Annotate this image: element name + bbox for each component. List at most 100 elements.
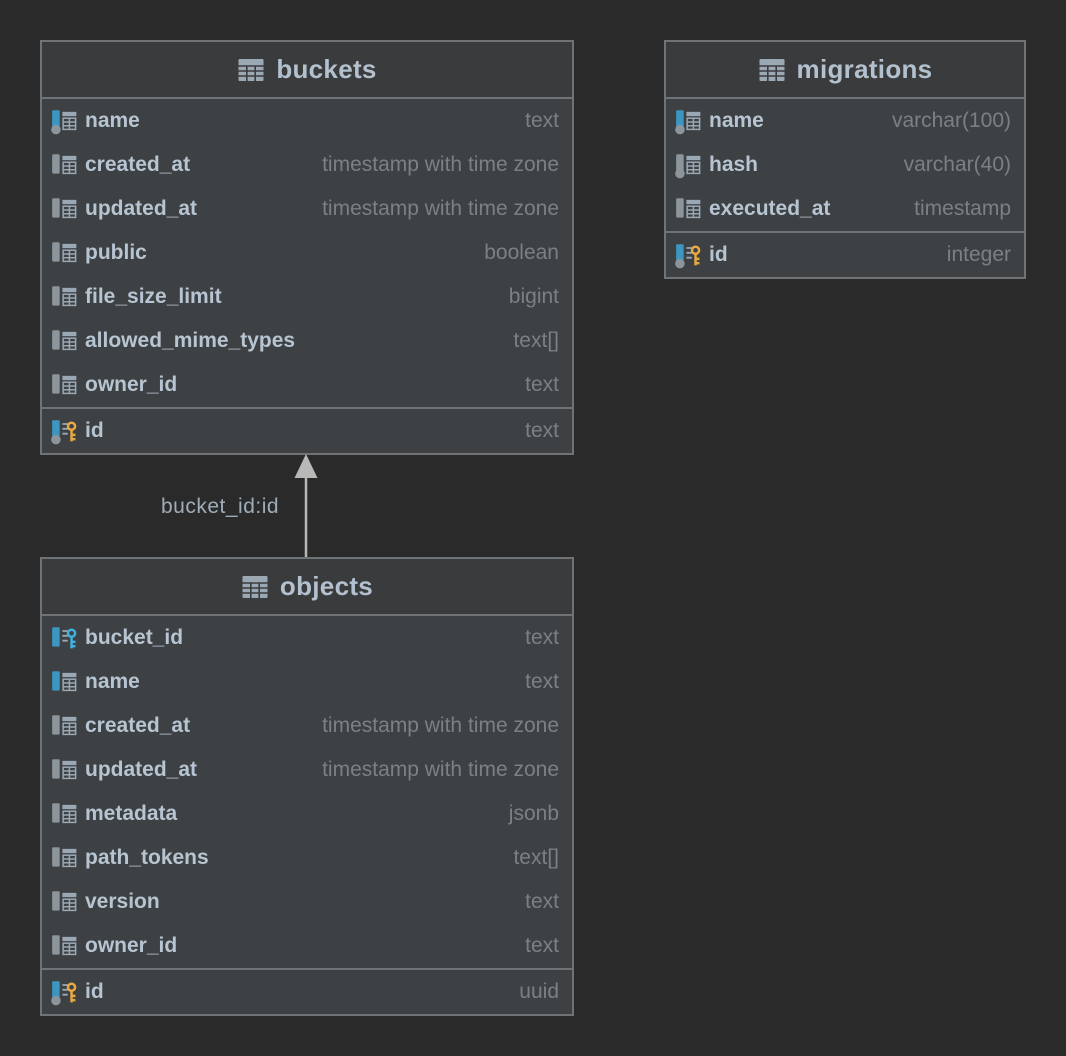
column-name: owner_id [85, 373, 177, 397]
column-list: name varchar(100) hash varchar(40) execute… [666, 99, 1024, 277]
column-row-name[interactable]: name text [42, 99, 572, 143]
column-type: text [511, 890, 559, 914]
table-grid-icon [758, 57, 786, 83]
column-type: text [511, 670, 559, 694]
column-name: id [85, 419, 104, 443]
column-name: created_at [85, 153, 190, 177]
column-type: boolean [470, 241, 559, 265]
table-header[interactable]: migrations [666, 42, 1024, 99]
column-row-allowed_mime_types[interactable]: allowed_mime_types text[] [42, 319, 572, 363]
column-name: updated_at [85, 758, 197, 782]
column-name: executed_at [709, 197, 830, 221]
primary-key-icon [50, 417, 80, 445]
column-type: text [511, 109, 559, 133]
column-grid-icon [50, 800, 80, 828]
column-name: public [85, 241, 147, 265]
column-row-file_size_limit[interactable]: file_size_limit bigint [42, 275, 572, 319]
column-name: allowed_mime_types [85, 329, 295, 353]
column-name: file_size_limit [85, 285, 222, 309]
table-title: migrations [797, 54, 933, 85]
column-type: timestamp [900, 197, 1011, 221]
column-row-path_tokens[interactable]: path_tokens text[] [42, 836, 572, 880]
column-name: updated_at [85, 197, 197, 221]
table-grid-icon [237, 57, 265, 83]
table-title: objects [280, 571, 373, 602]
diagram-canvas: buckets name text created_at timestamp wit… [0, 0, 1066, 1056]
relationship-label: bucket_id:id [161, 495, 303, 519]
column-row-id[interactable]: id text [42, 409, 572, 453]
column-row-metadata[interactable]: metadata jsonb [42, 792, 572, 836]
column-row-id[interactable]: id uuid [42, 970, 572, 1014]
primary-key-icon [674, 241, 704, 269]
column-grid-icon [674, 107, 704, 135]
column-row-updated_at[interactable]: updated_at timestamp with time zone [42, 187, 572, 231]
column-type: integer [933, 243, 1011, 267]
column-type: text [511, 419, 559, 443]
column-type: text[] [499, 846, 559, 870]
column-name: name [85, 670, 140, 694]
column-grid-icon [50, 932, 80, 960]
column-name: version [85, 890, 160, 914]
column-name: bucket_id [85, 626, 183, 650]
column-name: owner_id [85, 934, 177, 958]
column-name: id [709, 243, 728, 267]
column-grid-icon [50, 844, 80, 872]
column-type: bigint [495, 285, 559, 309]
column-row-hash[interactable]: hash varchar(40) [666, 143, 1024, 187]
column-type: varchar(40) [890, 153, 1011, 177]
column-type: timestamp with time zone [308, 153, 559, 177]
column-grid-icon [50, 151, 80, 179]
column-row-name[interactable]: name text [42, 660, 572, 704]
column-grid-icon [50, 107, 80, 135]
column-row-version[interactable]: version text [42, 880, 572, 924]
column-grid-icon [50, 371, 80, 399]
column-type: timestamp with time zone [308, 197, 559, 221]
column-grid-icon [50, 712, 80, 740]
column-row-public[interactable]: public boolean [42, 231, 572, 275]
column-name: path_tokens [85, 846, 209, 870]
table-header[interactable]: objects [42, 559, 572, 616]
column-row-created_at[interactable]: created_at timestamp with time zone [42, 704, 572, 748]
column-row-bucket_id[interactable]: bucket_id text [42, 616, 572, 660]
column-type: text[] [499, 329, 559, 353]
column-name: name [709, 109, 764, 133]
column-grid-icon [50, 888, 80, 916]
column-grid-icon [50, 668, 80, 696]
column-type: varchar(100) [878, 109, 1011, 133]
column-name: id [85, 980, 104, 1004]
foreign-key-icon [50, 624, 80, 652]
column-type: jsonb [495, 802, 559, 826]
column-grid-icon [50, 283, 80, 311]
column-grid-icon [50, 756, 80, 784]
column-type: uuid [505, 980, 559, 1004]
column-grid-icon [50, 195, 80, 223]
column-grid-icon [50, 327, 80, 355]
column-row-executed_at[interactable]: executed_at timestamp [666, 187, 1024, 231]
column-type: text [511, 373, 559, 397]
column-name: created_at [85, 714, 190, 738]
table-header[interactable]: buckets [42, 42, 572, 99]
table-buckets[interactable]: buckets name text created_at timestamp wit… [40, 40, 574, 455]
primary-key-icon [50, 978, 80, 1006]
column-name: name [85, 109, 140, 133]
column-type: timestamp with time zone [308, 714, 559, 738]
column-name: metadata [85, 802, 177, 826]
column-list: name text created_at timestamp with time z… [42, 99, 572, 453]
table-objects[interactable]: objects bucket_idtext nametext created_a… [40, 557, 574, 1016]
column-row-created_at[interactable]: created_at timestamp with time zone [42, 143, 572, 187]
column-row-name[interactable]: name varchar(100) [666, 99, 1024, 143]
column-type: text [511, 626, 559, 650]
column-grid-icon [50, 239, 80, 267]
column-grid-icon [674, 151, 704, 179]
table-migrations[interactable]: migrations name varchar(100) hash varchar(… [664, 40, 1026, 279]
column-name: hash [709, 153, 758, 177]
column-type: timestamp with time zone [308, 758, 559, 782]
column-row-id[interactable]: id integer [666, 233, 1024, 277]
column-row-updated_at[interactable]: updated_at timestamp with time zone [42, 748, 572, 792]
table-grid-icon [241, 574, 269, 600]
column-type: text [511, 934, 559, 958]
column-list: bucket_idtext nametext created_attimesta… [42, 616, 572, 1014]
column-row-owner_id[interactable]: owner_id text [42, 924, 572, 968]
column-grid-icon [674, 195, 704, 223]
column-row-owner_id[interactable]: owner_id text [42, 363, 572, 407]
